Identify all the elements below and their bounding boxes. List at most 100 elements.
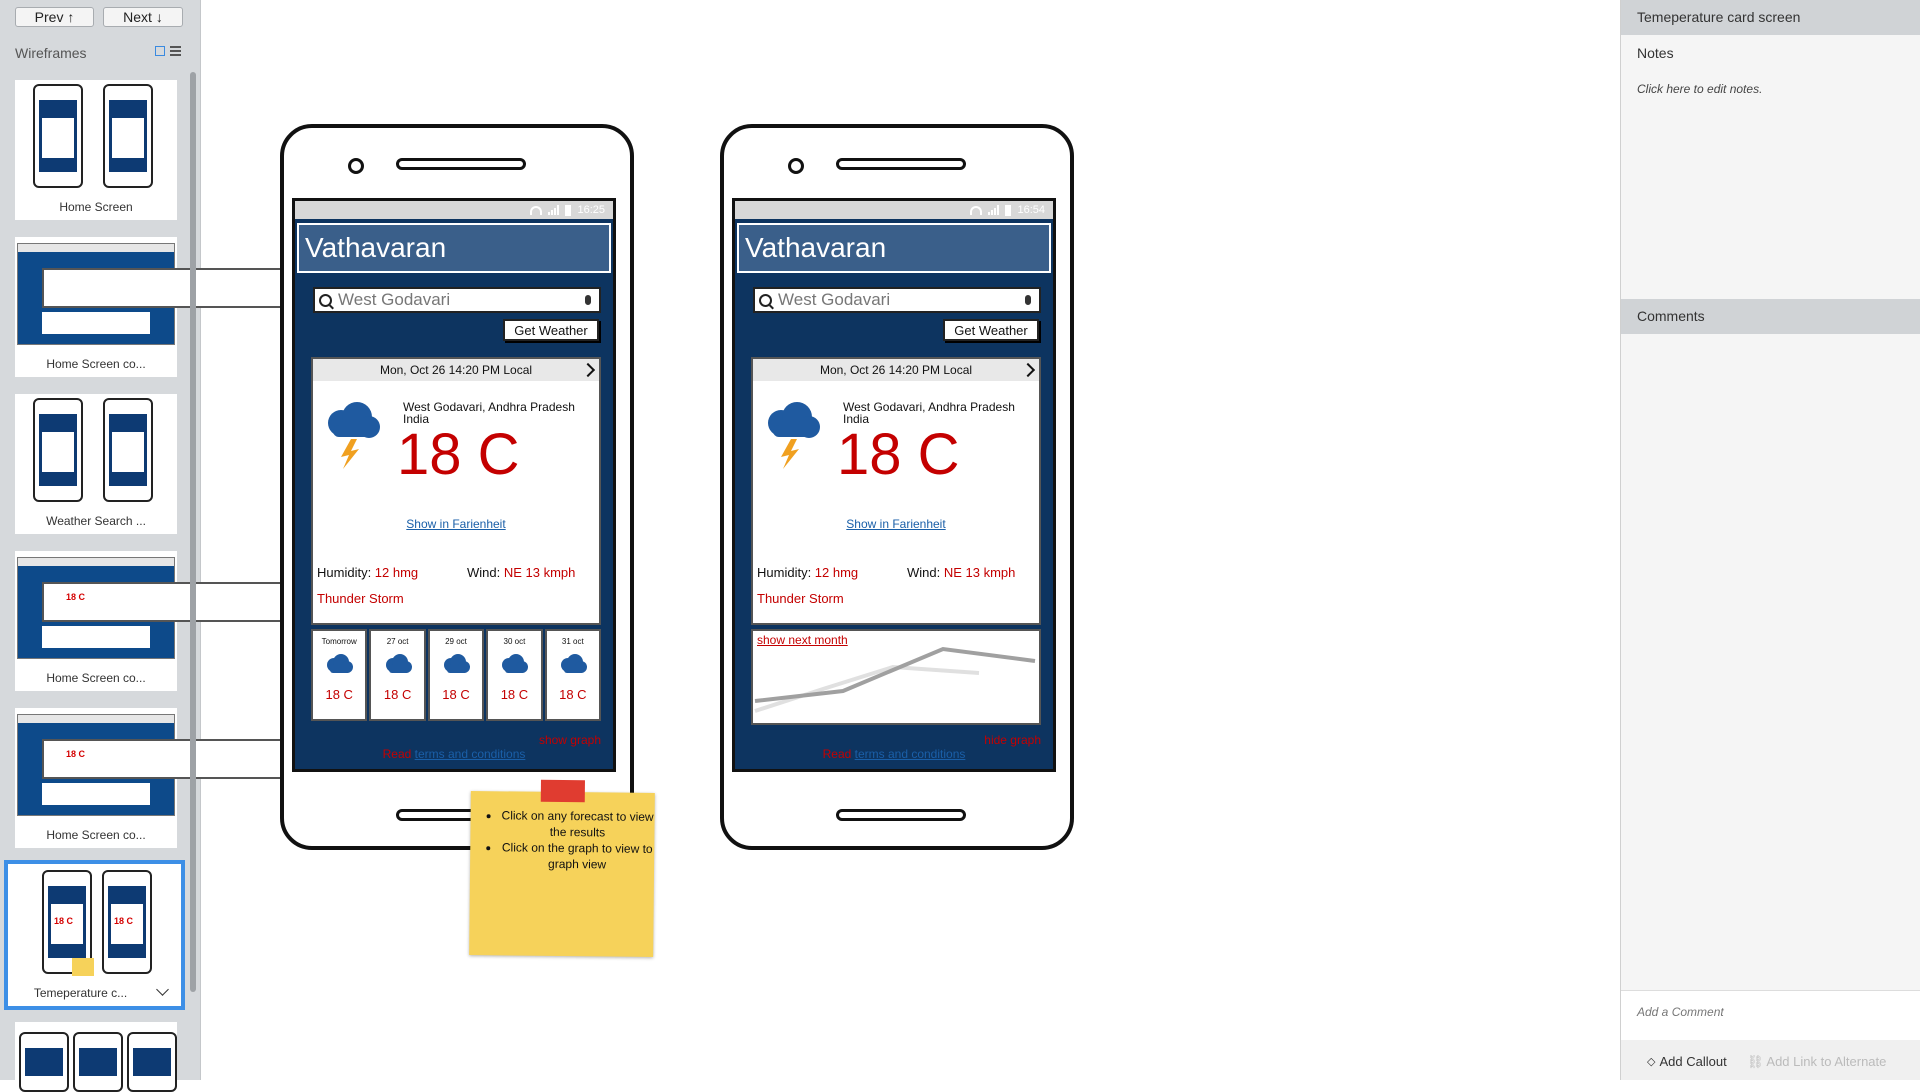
forecast-date: 29 oct — [445, 637, 467, 646]
prev-button[interactable]: Prev ↑ — [15, 7, 94, 27]
notes-placeholder[interactable]: Click here to edit notes. — [1637, 82, 1762, 96]
divider — [1621, 990, 1920, 991]
fahrenheit-link[interactable]: Show in Farienheit — [753, 517, 1039, 531]
app-title: Vathavaran — [737, 223, 1051, 273]
temperature-graph[interactable]: show next month — [751, 629, 1041, 725]
weather-condition: Thunder Storm — [757, 591, 844, 606]
wireframes-panel: Prev ↑ Next ↓ Wireframes Home Screen Hom… — [0, 0, 332, 1092]
sticky-note[interactable]: Click on any forecast to view the result… — [469, 779, 655, 957]
forecast-date: 31 oct — [561, 637, 584, 646]
terms-link[interactable]: terms and conditions — [855, 747, 966, 761]
card-datetime: Mon, Oct 26 14:20 PM Local — [819, 363, 973, 377]
thumbnail-label: Home Screen co... — [46, 828, 146, 842]
chevron-down-icon[interactable] — [156, 983, 169, 996]
fahrenheit-link[interactable]: Show in Farienheit — [313, 517, 599, 531]
battery-icon — [565, 204, 572, 216]
card-datetime: Mon, Oct 26 14:20 PM Local — [379, 363, 533, 377]
cloud-icon — [327, 654, 354, 673]
card-header: Mon, Oct 26 14:20 PM Local — [753, 359, 1039, 381]
thumbnail-home-screen-co-2[interactable]: 18 C Home Screen co... — [15, 551, 332, 691]
microphone-icon[interactable] — [1025, 295, 1031, 305]
humidity: Humidity: 12 hmg — [757, 565, 858, 580]
search-value[interactable]: West Godavari — [338, 290, 585, 310]
thunderstorm-icon — [768, 402, 820, 469]
wind-label: Wind: — [467, 565, 504, 580]
graph-lines — [754, 646, 1036, 713]
speaker — [396, 158, 526, 170]
mini-phone — [33, 398, 83, 502]
add-link-button[interactable]: ⛓ Add Link to Alternate — [1747, 1054, 1886, 1070]
temperature-card[interactable]: Mon, Oct 26 14:20 PM Local West Godavari… — [311, 357, 601, 625]
thumbnail-home-screen-co[interactable]: Home Screen co... — [15, 237, 332, 377]
signal-icon — [548, 205, 560, 215]
search-input[interactable]: West Godavari — [313, 287, 601, 313]
battery-icon — [1005, 204, 1012, 216]
humidity-label: Humidity: — [757, 565, 815, 580]
terms-prefix: Read — [382, 747, 415, 761]
forecast-day[interactable]: 31 oct 18 C — [544, 629, 602, 721]
search-icon — [319, 293, 332, 307]
get-weather-button[interactable]: Get Weather — [503, 319, 599, 341]
cloud-icon — [560, 654, 587, 673]
show-graph-link[interactable]: show graph — [539, 733, 601, 747]
thumbnail-temperature-card-selected[interactable]: 18 C 18 C Temeperature c... — [4, 860, 185, 1010]
search-input[interactable]: West Godavari — [753, 287, 1041, 313]
phone-frame-2: 16:54 Vathavaran West Godavari Get Weath… — [720, 124, 1074, 850]
camera — [788, 158, 804, 174]
link-icon: ⛓ — [1747, 1054, 1767, 1069]
forecast-day[interactable]: 29 oct 18 C — [427, 629, 485, 721]
add-callout-button[interactable]: ◇ Add Callout — [1647, 1054, 1727, 1069]
comments-area — [1621, 334, 1920, 990]
forecast-temp: 18 C — [442, 687, 470, 702]
sticky-note-item: Click on the graph to view to graph view — [500, 839, 654, 873]
add-callout-label: Add Callout — [1659, 1054, 1727, 1069]
terms-prefix: Read — [822, 747, 855, 761]
forecast-day[interactable]: 30 oct 18 C — [486, 629, 543, 721]
cloud-icon — [502, 654, 529, 673]
add-link-label: Add Link to Alternate — [1766, 1054, 1887, 1069]
sticky-note-item: Click on any forecast to view the result… — [500, 807, 654, 841]
phone-frame-1: 16:25 Vathavaran West Godavari Get Weath… — [280, 124, 634, 850]
get-weather-button[interactable]: Get Weather — [943, 319, 1039, 341]
search-value[interactable]: West Godavari — [778, 290, 1025, 310]
speaker — [836, 158, 966, 170]
next-button[interactable]: Next ↓ — [103, 7, 183, 27]
forecast-temp: 18 C — [500, 687, 529, 702]
thumbnail-weather-search[interactable]: Weather Search ... — [15, 394, 177, 534]
thunderstorm-icon — [328, 402, 380, 469]
grid-view-icon[interactable] — [155, 46, 165, 56]
sticky-note-list: Click on any forecast to view the result… — [470, 807, 655, 873]
terms-line: Read terms and conditions — [735, 747, 1053, 761]
microphone-icon[interactable] — [585, 295, 591, 305]
list-view-icon[interactable] — [170, 46, 181, 56]
add-comment-input[interactable]: Add a Comment — [1637, 1005, 1724, 1019]
forecast-day[interactable]: Tomorrow 18 C — [311, 629, 368, 721]
weather-condition: Thunder Storm — [317, 591, 404, 606]
forecast-date: 30 oct — [503, 637, 526, 646]
screen-title[interactable]: Temeperature card screen — [1621, 0, 1920, 35]
thumbnail-home-screen-co-3[interactable]: 18 C Home Screen co... — [15, 708, 332, 848]
thumbnail-label: Home Screen co... — [46, 671, 146, 685]
forecast-temp: 18 C — [559, 687, 587, 702]
forecast-day[interactable]: 27 oct 18 C — [369, 629, 426, 721]
terms-line: Read terms and conditions — [295, 747, 613, 761]
humidity-value: 12 hmg — [374, 565, 419, 580]
humidity-label: Humidity: — [317, 565, 375, 580]
forecast-date: 27 oct — [386, 637, 409, 646]
temperature-card[interactable]: Mon, Oct 26 14:20 PM Local West Godavari… — [751, 357, 1041, 625]
wifi-icon — [970, 205, 983, 215]
sticky-tape — [540, 779, 585, 803]
terms-link[interactable]: terms and conditions — [415, 747, 526, 761]
temperature-value: 18 C — [397, 422, 520, 487]
notes-area[interactable] — [1621, 35, 1920, 299]
mini-phone — [103, 398, 153, 502]
thumbnail-home-screen[interactable]: Home Screen — [15, 80, 177, 220]
wifi-icon — [530, 205, 543, 215]
wind: Wind: NE 13 kmph — [467, 565, 575, 580]
cloud-icon — [444, 654, 471, 673]
thumbnail-partial[interactable] — [15, 1022, 177, 1092]
thumbnail-label: Temeperature c... — [33, 986, 128, 1000]
thumbnail-scrollbar[interactable] — [190, 72, 196, 992]
hide-graph-link[interactable]: hide graph — [984, 733, 1041, 747]
thumbnail-label: Weather Search ... — [46, 514, 146, 528]
